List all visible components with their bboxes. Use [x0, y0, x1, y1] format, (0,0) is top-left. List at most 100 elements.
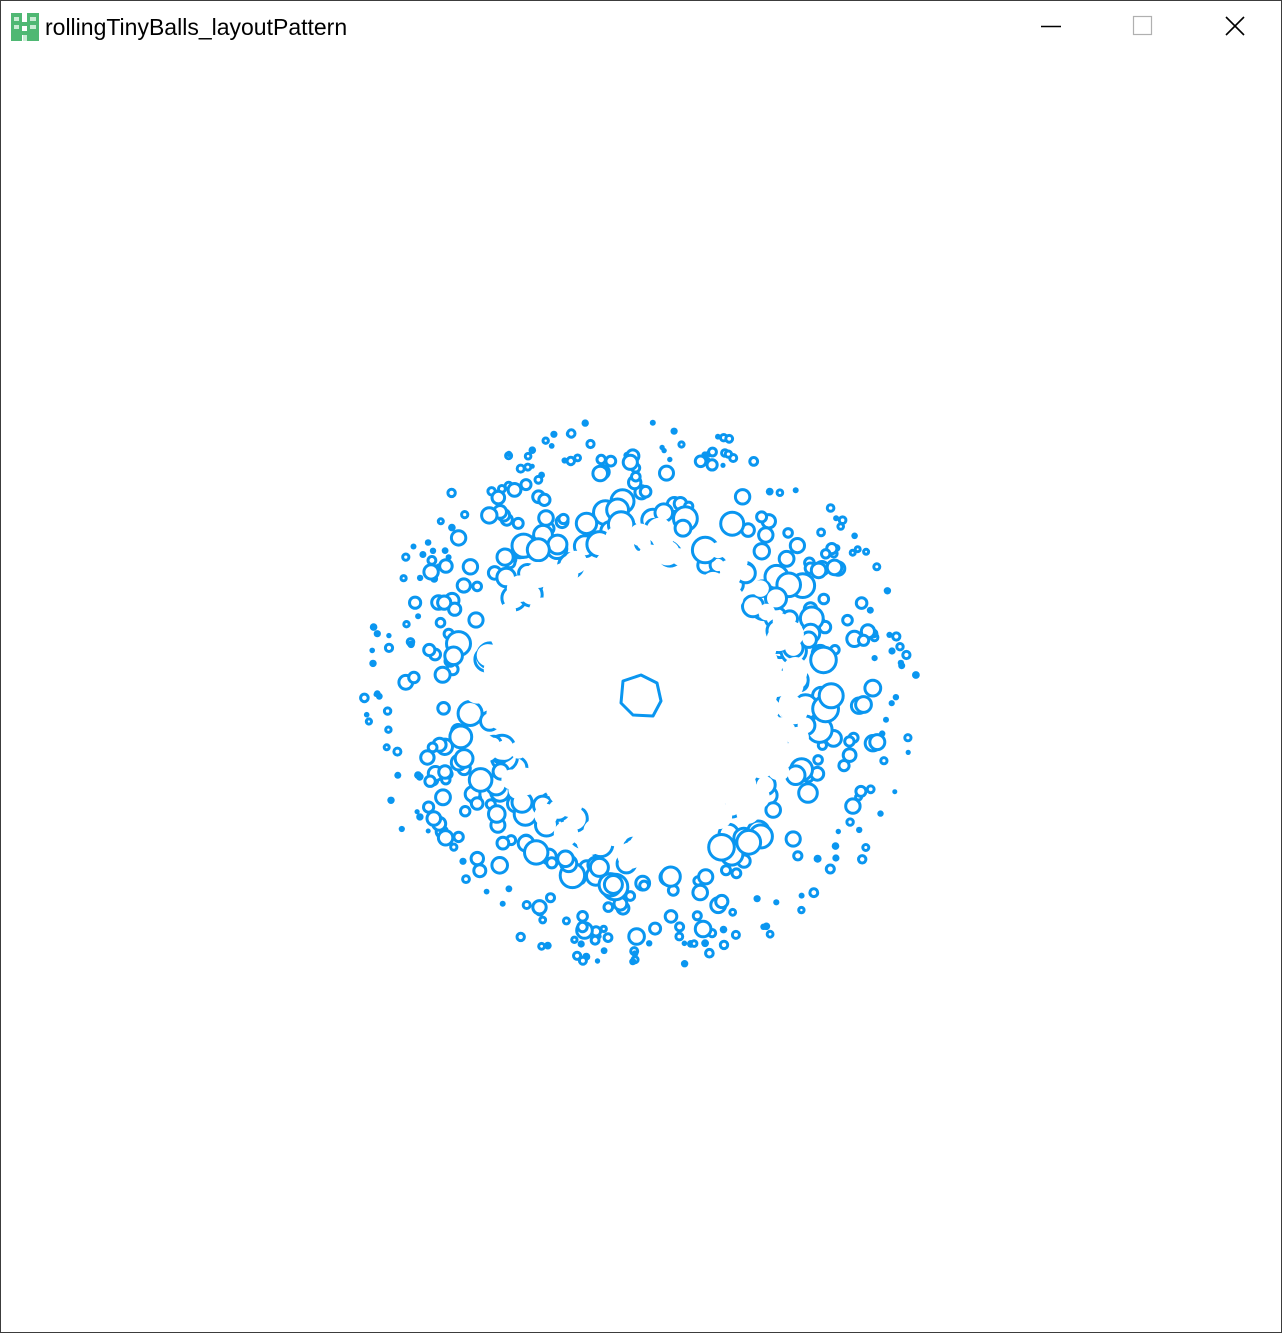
ball [594, 958, 601, 964]
ball [543, 941, 552, 950]
ball [824, 863, 836, 875]
ball-fill [534, 803, 558, 827]
ball [765, 929, 775, 939]
ball [670, 427, 678, 435]
minimize-button[interactable] [1005, 1, 1097, 51]
ball [456, 700, 484, 727]
ball [693, 919, 713, 939]
ball [460, 510, 470, 520]
ball [667, 456, 673, 463]
ball [854, 695, 873, 714]
ball [816, 527, 826, 538]
ball [892, 694, 900, 701]
ball [680, 960, 689, 968]
ball [581, 419, 589, 427]
ball-fill [771, 762, 790, 781]
ball [472, 863, 488, 879]
ball [441, 547, 449, 554]
ball [407, 670, 421, 685]
ball [602, 874, 624, 895]
ball-fill [787, 726, 809, 749]
ball [797, 905, 806, 915]
ball-fill [491, 628, 512, 649]
ball [436, 594, 453, 611]
ball [529, 463, 535, 469]
ball [775, 488, 785, 498]
ball [550, 430, 558, 438]
ball [797, 782, 819, 804]
ball [901, 649, 912, 661]
ball [627, 927, 646, 946]
ball [545, 892, 556, 904]
ball [490, 856, 510, 875]
ball [621, 453, 639, 471]
close-button[interactable] [1189, 1, 1281, 51]
ball [426, 555, 438, 566]
ball [681, 940, 688, 947]
ball-fill [663, 819, 687, 843]
ball [433, 665, 452, 684]
ball [570, 935, 579, 944]
ball [525, 537, 551, 563]
ball [851, 532, 858, 540]
ball [600, 947, 608, 955]
ball [548, 443, 555, 449]
ball [399, 574, 408, 583]
ball [363, 711, 370, 718]
ball [546, 533, 569, 556]
ball [387, 796, 395, 804]
processing-app-icon[interactable] [10, 11, 40, 43]
maximize-button[interactable] [1097, 1, 1189, 51]
ball [782, 527, 794, 539]
ball [879, 756, 889, 766]
ball [585, 438, 596, 450]
ball-fill [730, 553, 748, 571]
ball [674, 921, 686, 933]
ball [825, 503, 836, 513]
ball [701, 939, 709, 948]
ball [505, 450, 512, 457]
ball [877, 810, 884, 817]
ball [541, 436, 550, 445]
ball [730, 867, 743, 880]
ball [868, 733, 887, 752]
ball [384, 725, 393, 734]
ball-fill [506, 575, 534, 602]
ball [748, 456, 760, 467]
ball [523, 462, 533, 472]
ball [891, 631, 902, 642]
ball [866, 606, 874, 614]
ball [449, 842, 459, 852]
ball [648, 921, 663, 936]
ball [837, 515, 848, 526]
ball [577, 940, 585, 948]
ball [658, 464, 675, 482]
ball-fill [768, 731, 788, 752]
ball [808, 887, 820, 899]
ball [531, 899, 548, 916]
ball [752, 542, 771, 561]
ball [646, 940, 653, 947]
minimize-icon [1041, 25, 1061, 28]
ball [809, 645, 838, 675]
ball [434, 788, 452, 807]
ball [436, 701, 451, 716]
ball [528, 446, 537, 455]
ball [521, 900, 532, 910]
ball [506, 482, 523, 498]
ball [720, 864, 732, 877]
ball [862, 547, 871, 556]
title-bar[interactable]: rollingTinyBalls_layoutPattern [1, 1, 1281, 51]
ball [416, 813, 424, 821]
ball-fill [476, 644, 499, 667]
sketch-canvas[interactable] [1, 51, 1281, 1332]
ball [566, 428, 577, 439]
ball [677, 440, 686, 449]
ball-fill [748, 753, 774, 779]
ball [523, 839, 550, 866]
ball [577, 955, 588, 966]
window-title: rollingTinyBalls_layoutPattern [45, 14, 348, 40]
ball-fill [553, 821, 579, 846]
ball [723, 449, 734, 459]
ball [469, 796, 485, 811]
